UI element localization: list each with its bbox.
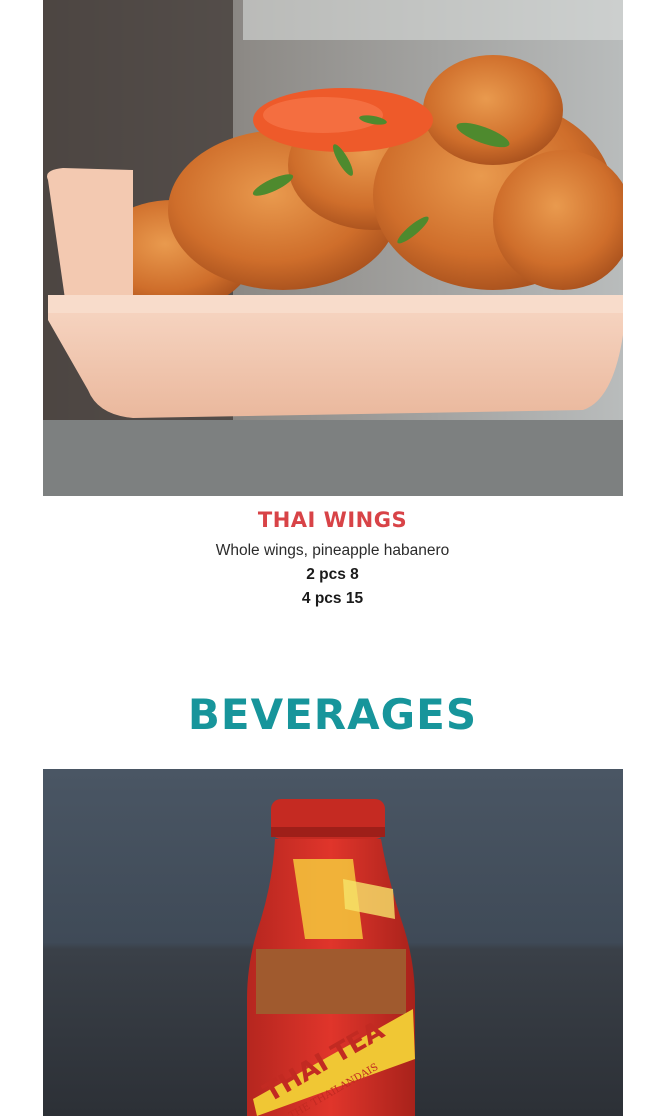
thai-wings-image [43,0,623,496]
item-title: THAI WINGS [257,508,408,532]
item-price-option: 2 pcs 8 [306,566,359,583]
item-price-option: 4 pcs 15 [301,590,364,607]
thai-tea-image: THAI TEA THE THAILANDAIS [43,769,623,1116]
thai-tea-photo: THAI TEA THE THAILANDAIS [43,769,623,1116]
item-description: Whole wings, pineapple habanero [215,542,450,559]
section-heading-beverages: BEVERAGES [187,690,478,739]
thai-wings-photo [43,0,623,496]
